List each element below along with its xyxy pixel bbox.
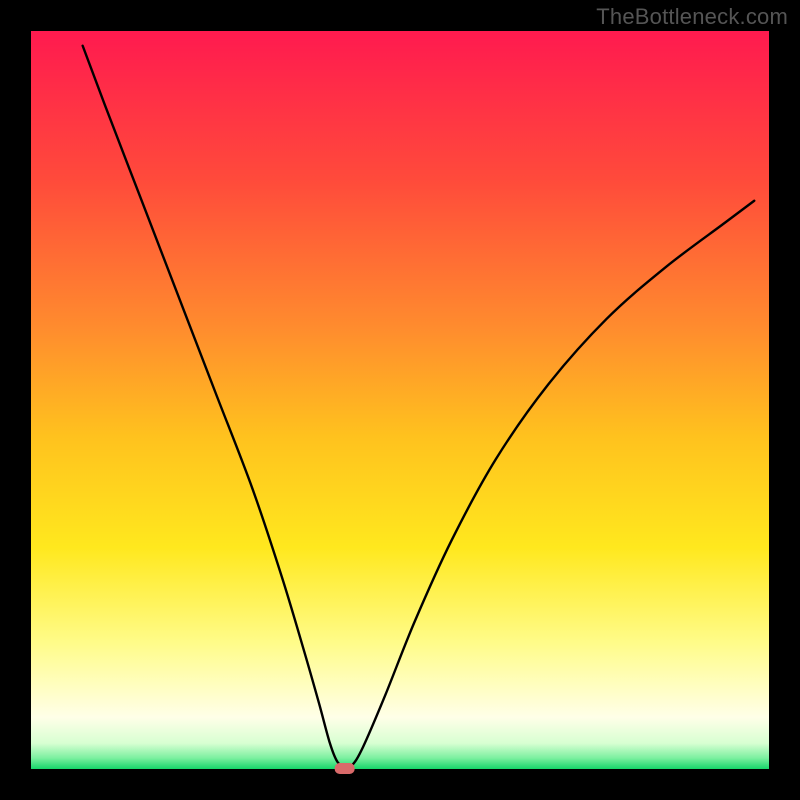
- watermark-text: TheBottleneck.com: [596, 4, 788, 30]
- minimum-marker: [335, 763, 355, 774]
- chart-frame: TheBottleneck.com: [0, 0, 800, 800]
- bottleneck-chart: [0, 0, 800, 800]
